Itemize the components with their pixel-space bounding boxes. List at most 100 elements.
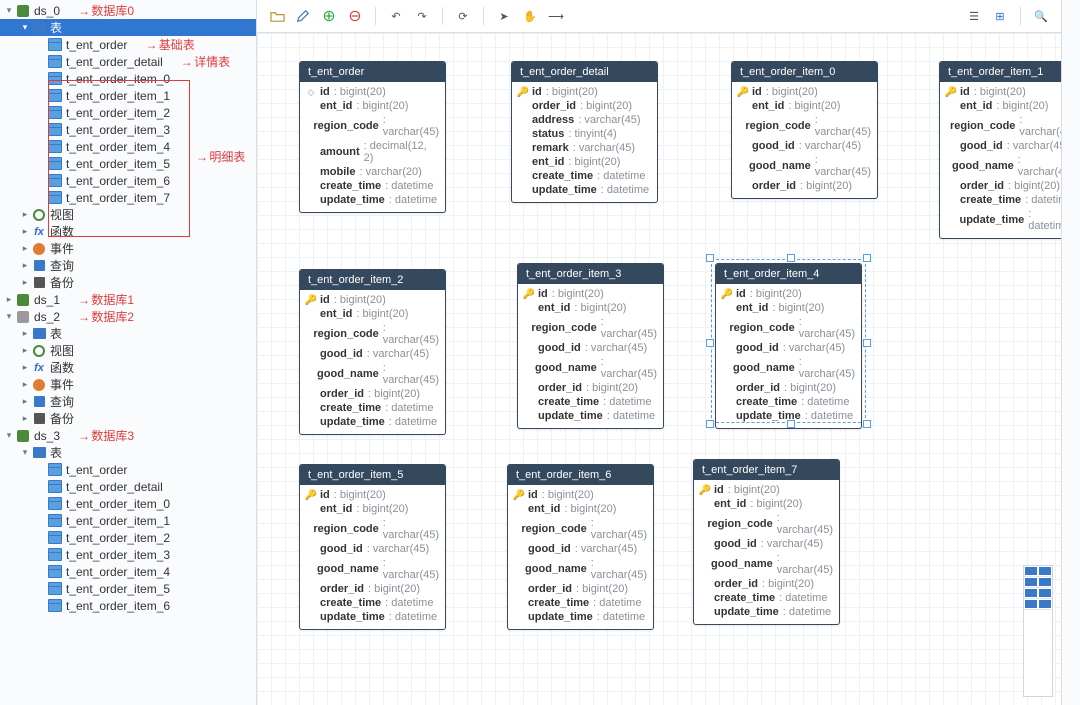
entity-header[interactable]: t_ent_order_item_7 [694,460,839,480]
db-ds0[interactable]: ▾ds_0数据库0 [0,2,256,19]
field-row: good_name: varchar(45) [738,153,871,179]
grid-icon[interactable]: ⊞ [990,6,1010,26]
node-事件[interactable]: ▸事件 [0,376,256,393]
table-t_ent_order_item_1[interactable]: t_ent_order_item_1 [0,87,256,104]
node-视图[interactable]: ▸视图 [0,206,256,223]
field-name: id [528,489,538,501]
node-查询[interactable]: ▸查询 [0,393,256,410]
node-视图[interactable]: ▸视图 [0,342,256,359]
entity-header[interactable]: t_ent_order_item_6 [508,465,653,485]
folder-tables[interactable]: ▸表 [0,325,256,342]
table-t_ent_order[interactable]: t_ent_order [0,461,256,478]
node-备份[interactable]: ▸备份 [0,274,256,291]
node-视图-icon [32,344,46,358]
undo-icon[interactable]: ↶ [386,6,406,26]
entity-t_ent_order_item_3[interactable]: t_ent_order_item_3🔑id: bigint(20)ent_id:… [517,263,664,429]
pk-icon: 🔑 [699,485,711,496]
entity-t_ent_order[interactable]: t_ent_order◇id: bigint(20)ent_id: bigint… [299,61,446,213]
entity-t_ent_order_item_5[interactable]: t_ent_order_item_5🔑id: bigint(20)ent_id:… [299,464,446,630]
node-事件[interactable]: ▸事件 [0,240,256,257]
table-t_ent_order-icon [48,463,62,477]
annotation: 数据库2 [78,308,134,325]
table-t_ent_order_detail[interactable]: t_ent_order_detail详情表 [0,53,256,70]
add-icon[interactable]: ⊕ [319,6,339,26]
table-t_ent_order_detail[interactable]: t_ent_order_detail [0,478,256,495]
entity-header[interactable]: t_ent_order_item_3 [518,264,663,284]
pan-icon[interactable]: ✋ [520,6,540,26]
field-row: order_id: bigint(20) [722,381,855,395]
field-name: good_name [317,563,379,575]
field-row: create_time: datetime [514,596,647,610]
field-row: region_code: varchar(45) [306,321,439,347]
table-t_ent_order_item_6[interactable]: t_ent_order_item_6 [0,597,256,614]
entity-t_ent_order_item_1[interactable]: t_ent_order_item_1🔑id: bigint(20)ent_id:… [939,61,1061,239]
table-t_ent_order_item_2[interactable]: t_ent_order_item_2 [0,104,256,121]
entity-header[interactable]: t_ent_order_item_1 [940,62,1061,82]
edit-icon[interactable] [293,6,313,26]
table-t_ent_order[interactable]: t_ent_order基础表 [0,36,256,53]
minimap[interactable] [1023,565,1053,697]
table-t_ent_order_item_1[interactable]: t_ent_order_item_1 [0,512,256,529]
pk-icon: 🔑 [523,289,535,300]
field-row: ent_id: bigint(20) [738,99,871,113]
annotation: 数据库1 [78,291,134,308]
entity-t_ent_order_item_7[interactable]: t_ent_order_item_7🔑id: bigint(20)ent_id:… [693,459,840,625]
entity-t_ent_order_item_2[interactable]: t_ent_order_item_2🔑id: bigint(20)ent_id:… [299,269,446,435]
table-t_ent_order_item_6-icon [48,599,62,613]
redo-icon[interactable]: ↷ [412,6,432,26]
table-t_ent_order_item_2-icon [48,106,62,120]
entity-header[interactable]: t_ent_order_item_0 [732,62,877,82]
entity-t_ent_order_item_6[interactable]: t_ent_order_item_6🔑id: bigint(20)ent_id:… [507,464,654,630]
pointer-icon[interactable]: ➤ [494,6,514,26]
field-row: good_name: varchar(45) [306,556,439,582]
node-备份[interactable]: ▸备份 [0,410,256,427]
remove-icon[interactable]: ⊖ [345,6,365,26]
entity-t_ent_order_item_0[interactable]: t_ent_order_item_0🔑id: bigint(20)ent_id:… [731,61,878,199]
table-t_ent_order_item_7[interactable]: t_ent_order_item_7 [0,189,256,206]
tree-label: t_ent_order_item_6 [66,599,170,613]
field-name: good_name [749,160,811,172]
field-row: 🔑id: bigint(20) [700,483,833,497]
relation-icon[interactable]: ⟶ [546,6,566,26]
table-t_ent_order_item_2[interactable]: t_ent_order_item_2 [0,529,256,546]
node-函数-icon: fx [32,361,46,375]
field-name: remark [532,142,569,154]
table-t_ent_order_item_3[interactable]: t_ent_order_item_3 [0,546,256,563]
db-ds2[interactable]: ▾ds_2数据库2 [0,308,256,325]
search-icon[interactable]: 🔍 [1031,6,1051,26]
node-函数[interactable]: ▸fx函数 [0,359,256,376]
table-t_ent_order_item_5[interactable]: t_ent_order_item_5 [0,580,256,597]
table-t_ent_order_item_0[interactable]: t_ent_order_item_0 [0,70,256,87]
entity-header[interactable]: t_ent_order_detail [512,62,657,82]
er-canvas[interactable]: t_ent_order ◇id: bigint(20) ent_id: bigint… [257,33,1061,705]
field-row: update_time: datetime [700,605,833,619]
table-t_ent_order_item_3[interactable]: t_ent_order_item_3 [0,121,256,138]
tree-label: t_ent_order_item_3 [66,123,170,137]
table-t_ent_order_item_0[interactable]: t_ent_order_item_0 [0,495,256,512]
table-t_ent_order_item_6[interactable]: t_ent_order_item_6 [0,172,256,189]
entity-header[interactable]: t_ent_order_item_2 [300,270,445,290]
entity-t_ent_order_detail[interactable]: t_ent_order_detail🔑id: bigint(20)order_i… [511,61,658,203]
refresh-icon[interactable]: ⟳ [453,6,473,26]
entity-t_ent_order_item_4[interactable]: t_ent_order_item_4🔑id: bigint(20)ent_id:… [715,263,862,429]
folder-tables[interactable]: ▾表 [0,19,256,36]
entity-header[interactable]: t_ent_order [300,62,445,82]
field-type: : datetime [601,184,649,196]
db-tree-sidebar[interactable]: ▾ds_0数据库0▾表t_ent_order基础表t_ent_order_det… [0,0,257,705]
field-row: order_id: bigint(20) [946,179,1061,193]
open-icon[interactable] [267,6,287,26]
field-name: id [538,288,548,300]
field-row: order_id: bigint(20) [514,582,647,596]
db-ds1[interactable]: ▸ds_1数据库1 [0,291,256,308]
folder-tables[interactable]: ▾表 [0,444,256,461]
db-ds3[interactable]: ▾ds_3数据库3 [0,427,256,444]
field-name: id [714,484,724,496]
list-icon[interactable]: ☰ [964,6,984,26]
node-函数[interactable]: ▸fx函数 [0,223,256,240]
entity-header[interactable]: t_ent_order_item_4 [716,264,861,284]
node-查询[interactable]: ▸查询 [0,257,256,274]
field-row: ◇id: bigint(20) [306,85,439,99]
entity-header[interactable]: t_ent_order_item_5 [300,465,445,485]
node-备份-icon [32,412,46,426]
table-t_ent_order_item_4[interactable]: t_ent_order_item_4 [0,563,256,580]
